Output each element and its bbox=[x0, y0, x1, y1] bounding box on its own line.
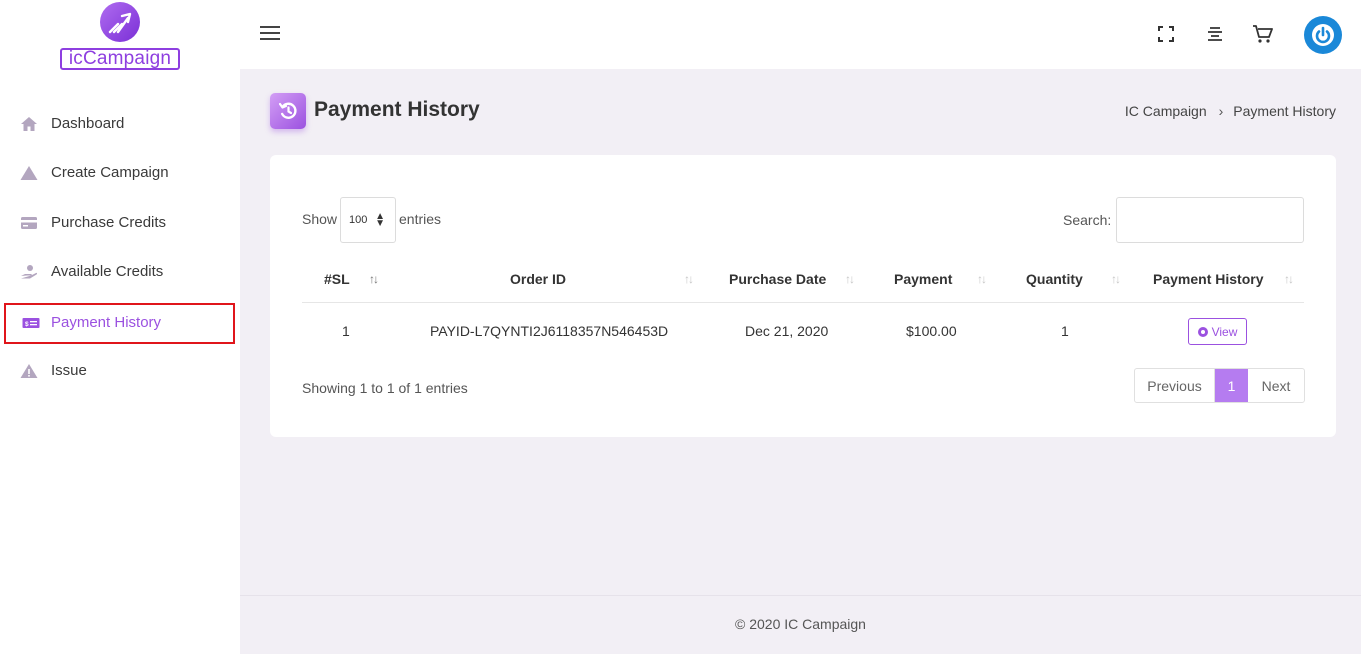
align-center-icon[interactable] bbox=[1203, 22, 1227, 46]
home-icon bbox=[21, 117, 37, 131]
cell-purchase-date: Dec 21, 2020 bbox=[745, 323, 829, 339]
money-bill-icon: $ bbox=[22, 318, 40, 328]
sidebar-item-label: Payment History bbox=[51, 314, 162, 331]
logo-mark-icon bbox=[100, 2, 140, 42]
cart-icon[interactable] bbox=[1251, 22, 1275, 46]
entries-label: entries bbox=[399, 211, 442, 227]
menu-icon[interactable] bbox=[260, 26, 280, 42]
triangle-icon bbox=[20, 166, 38, 180]
sidebar-item-label: Create Campaign bbox=[51, 164, 169, 181]
warning-icon bbox=[20, 364, 38, 378]
page-title: Payment History bbox=[314, 98, 480, 121]
footer-divider bbox=[240, 595, 1361, 596]
sidebar-item-issue[interactable]: Issue bbox=[0, 351, 240, 391]
sidebar-item-payment-history[interactable]: $ Payment History bbox=[4, 303, 235, 344]
history-icon bbox=[270, 93, 306, 129]
sort-icon[interactable]: ↑↓ bbox=[684, 272, 694, 286]
sidebar-item-label: Available Credits bbox=[51, 263, 164, 280]
credit-card-icon bbox=[21, 217, 37, 229]
sidebar-item-available-credits[interactable]: Available Credits bbox=[0, 252, 240, 292]
sidebar-item-dashboard[interactable]: Dashboard bbox=[0, 104, 240, 144]
sidebar-item-label: Dashboard bbox=[51, 115, 125, 132]
search-input[interactable] bbox=[1116, 197, 1304, 243]
table-info: Showing 1 to 1 of 1 entries bbox=[302, 380, 468, 396]
sidebar-item-label: Issue bbox=[51, 362, 87, 379]
column-header-sl[interactable]: #SL bbox=[324, 271, 350, 287]
fullscreen-icon[interactable] bbox=[1154, 22, 1178, 46]
pagination-previous[interactable]: Previous bbox=[1135, 369, 1215, 402]
breadcrumb-item-home[interactable]: IC Campaign bbox=[1125, 103, 1207, 119]
cell-payment: $100.00 bbox=[906, 323, 957, 339]
sidebar-item-purchase-credits[interactable]: Purchase Credits bbox=[0, 203, 240, 243]
sidebar: icCampaign Dashboard Create Campaign Pur… bbox=[0, 0, 240, 654]
footer-copyright: © 2020 IC Campaign bbox=[735, 616, 866, 632]
sort-icon[interactable]: ↑↓ bbox=[369, 272, 379, 286]
power-icon[interactable] bbox=[1304, 16, 1342, 54]
page-size-select[interactable]: 100 ▲ ▼ bbox=[340, 197, 396, 243]
top-bar bbox=[240, 0, 1361, 69]
cell-quantity: 1 bbox=[1061, 323, 1069, 339]
brand-logo[interactable]: icCampaign bbox=[58, 2, 182, 70]
sort-icon[interactable]: ↑↓ bbox=[1284, 272, 1294, 286]
sidebar-item-label: Purchase Credits bbox=[51, 214, 167, 231]
column-header-payment-history[interactable]: Payment History bbox=[1153, 271, 1263, 287]
pagination-next[interactable]: Next bbox=[1248, 369, 1304, 402]
column-header-order-id[interactable]: Order ID bbox=[510, 271, 566, 287]
chevron-right-icon: › bbox=[1218, 103, 1224, 119]
sort-icon[interactable]: ↑↓ bbox=[1111, 272, 1121, 286]
view-button[interactable]: View bbox=[1188, 318, 1247, 345]
brand-name: icCampaign bbox=[60, 48, 180, 70]
column-header-quantity[interactable]: Quantity bbox=[1026, 271, 1083, 287]
sort-icon[interactable]: ↑↓ bbox=[977, 272, 987, 286]
sidebar-item-create-campaign[interactable]: Create Campaign bbox=[0, 153, 240, 193]
pagination-page-1[interactable]: 1 bbox=[1215, 369, 1248, 402]
search-label: Search: bbox=[1063, 212, 1112, 228]
payment-history-card: Show 100 ▲ ▼ entries Search: #SL ↑↓ Order… bbox=[270, 155, 1336, 437]
breadcrumb-item-current: Payment History bbox=[1233, 103, 1336, 119]
cell-order-id: PAYID-L7QYNTI2J6118357N546453D bbox=[430, 323, 669, 339]
eye-circle-icon bbox=[1197, 326, 1208, 337]
column-header-purchase-date[interactable]: Purchase Date bbox=[729, 271, 826, 287]
pagination: Previous 1 Next bbox=[1134, 368, 1305, 403]
breadcrumb: IC Campaign › Payment History bbox=[1125, 103, 1336, 119]
hand-coin-icon bbox=[21, 265, 38, 279]
sort-icon[interactable]: ↑↓ bbox=[845, 272, 855, 286]
cell-sl: 1 bbox=[342, 323, 350, 339]
show-label: Show bbox=[302, 211, 338, 227]
table-header-divider bbox=[302, 302, 1304, 303]
page-size-value: 100 bbox=[349, 214, 368, 226]
select-arrows-icon: ▲ ▼ bbox=[375, 211, 385, 229]
view-button-label: View bbox=[1211, 324, 1238, 339]
svg-text:$: $ bbox=[25, 321, 29, 328]
column-header-payment[interactable]: Payment bbox=[894, 271, 952, 287]
